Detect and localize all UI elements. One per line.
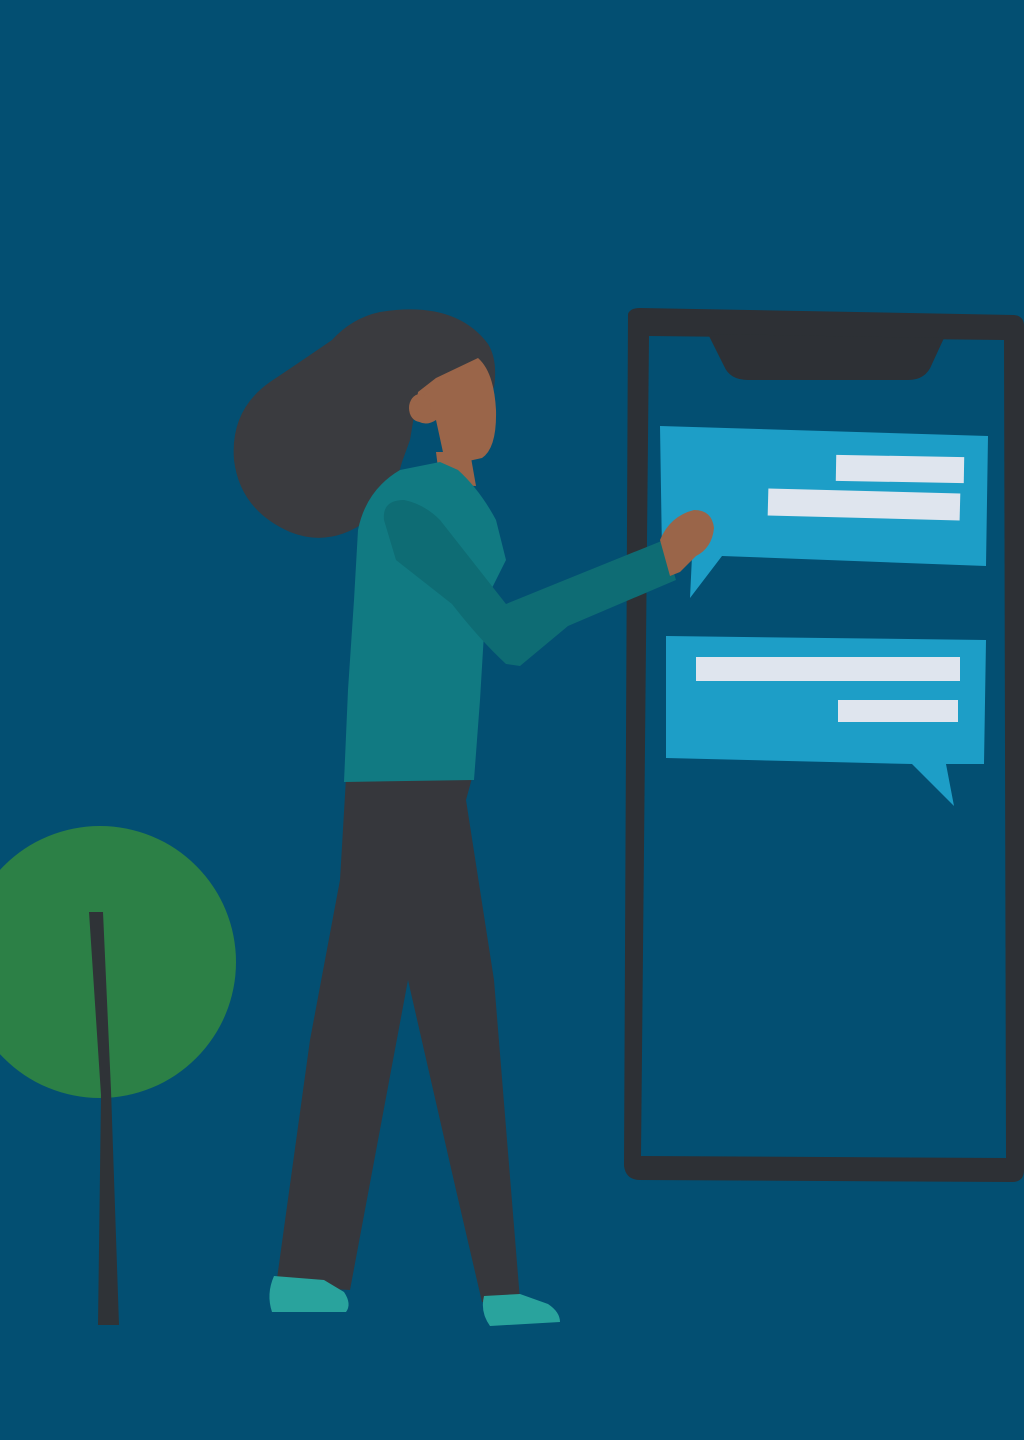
illustration-canvas [0, 0, 1024, 1440]
chat-bubble-bottom-line-1 [696, 657, 960, 681]
chat-bubble-top-line-2 [767, 488, 961, 521]
chat-bubble-bottom-line-2 [838, 700, 958, 722]
paper-cut-illustration [0, 0, 1024, 1440]
woman-ear [409, 394, 431, 422]
phone-notch [708, 334, 944, 380]
chat-bubble-top-line-1 [835, 454, 965, 484]
